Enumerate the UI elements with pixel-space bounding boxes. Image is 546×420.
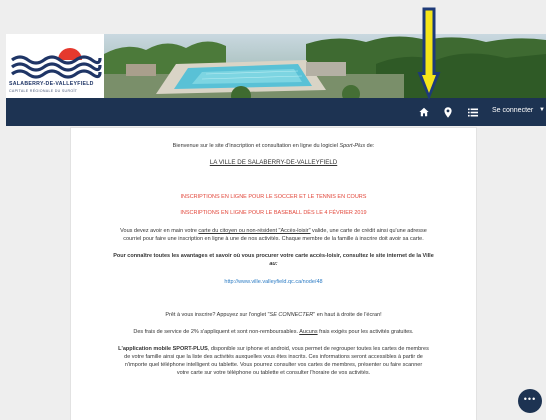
yellow-arrow-annotation: [417, 7, 441, 100]
welcome-text: Bienvenue sur le site d'inscription et c…: [71, 142, 476, 150]
caret-down-icon[interactable]: ▼: [539, 107, 545, 113]
mobile-app-line4: votre carte sur votre téléphone ou table…: [176, 370, 371, 376]
fees-underlined: Aucuns: [299, 329, 318, 335]
citizen-card-link[interactable]: carte du citoyen ou non-résident "Accès-…: [198, 228, 310, 234]
page: SALABERRY-DE-VALLEYFIELD CAPITALE RÉGION…: [0, 0, 546, 420]
service-fees-text: Des frais de service de 2% s'appliquent …: [71, 328, 476, 336]
logo-city-name: SALABERRY-DE-VALLEYFIELD: [9, 81, 94, 87]
logo-emblem: [11, 48, 102, 79]
fees-prefix: Des frais de service de 2% s'appliquent …: [133, 329, 300, 335]
advantages-line1: Pour connaître toutes les avantages et s…: [113, 253, 434, 259]
mobile-app-line3: n'importe quel téléphone intelligent ou …: [124, 362, 423, 368]
city-website-link[interactable]: http://www.ville.valleyfield.qc.ca/node/…: [71, 278, 476, 286]
ellipsis-icon: •••: [523, 394, 537, 404]
list-icon[interactable]: [467, 106, 479, 118]
card-requirement-suffix: valide, une carte de crédit ainsi qu'une…: [310, 228, 427, 234]
fees-suffix: frais exigés pour les activités gratuite…: [317, 329, 414, 335]
card-requirement-prefix: Vous devez avoir en main votre: [120, 228, 199, 234]
ready-to-register-text: Prêt à vous inscrire? Appuyez sur l'ongl…: [71, 311, 476, 319]
city-name-heading: LA VILLE DE SALABERRY-DE-VALLEYFIELD: [209, 159, 338, 166]
map-marker-icon[interactable]: [442, 106, 454, 118]
notice-baseball: INSCRIPTIONS EN LIGNE POUR LE BASEBALL D…: [180, 210, 367, 216]
card-requirement-line2: courriel pour faire une inscription en l…: [123, 236, 424, 242]
ready-prefix: Prêt à vous inscrire? Appuyez sur l'ongl…: [165, 312, 270, 318]
header-banner: SALABERRY-DE-VALLEYFIELD CAPITALE RÉGION…: [6, 34, 546, 98]
notice-soccer-tennis: INSCRIPTIONS EN LIGNE POUR LE SOCCER ET …: [180, 194, 367, 200]
logo-tagline: CAPITALE RÉGIONALE DU SUROÎT: [9, 89, 78, 93]
welcome-card: Bienvenue sur le site d'inscription et c…: [70, 127, 477, 420]
mobile-app-line1: L'application mobile SPORT-PLUS, disponi…: [71, 345, 476, 353]
ready-tab-name: SE CONNECTER: [269, 312, 314, 318]
login-link[interactable]: Se connecter: [492, 107, 533, 114]
more-options-button[interactable]: •••: [518, 389, 542, 413]
software-name: Sport-Plus: [339, 143, 366, 149]
card-requirement-line1: Vous devez avoir en main votre carte du …: [71, 227, 476, 235]
advantages-line2: au:: [269, 261, 278, 267]
city-logo[interactable]: SALABERRY-DE-VALLEYFIELD CAPITALE RÉGION…: [6, 34, 104, 98]
top-navbar: Se connecter ▼: [6, 98, 546, 126]
welcome-suffix: de:: [365, 143, 375, 149]
welcome-prefix: Bienvenue sur le site d'inscription et c…: [172, 143, 340, 149]
mobile-app-line1-text: , disponible sur iphone et android, vous…: [207, 346, 429, 352]
mobile-app-line2: de votre famille ainsi que la liste des …: [124, 354, 423, 360]
mobile-app-name: L'application mobile SPORT-PLUS: [118, 346, 208, 352]
home-icon[interactable]: [418, 106, 430, 118]
ready-suffix: " en haut à droite de l'écran!: [313, 312, 382, 318]
